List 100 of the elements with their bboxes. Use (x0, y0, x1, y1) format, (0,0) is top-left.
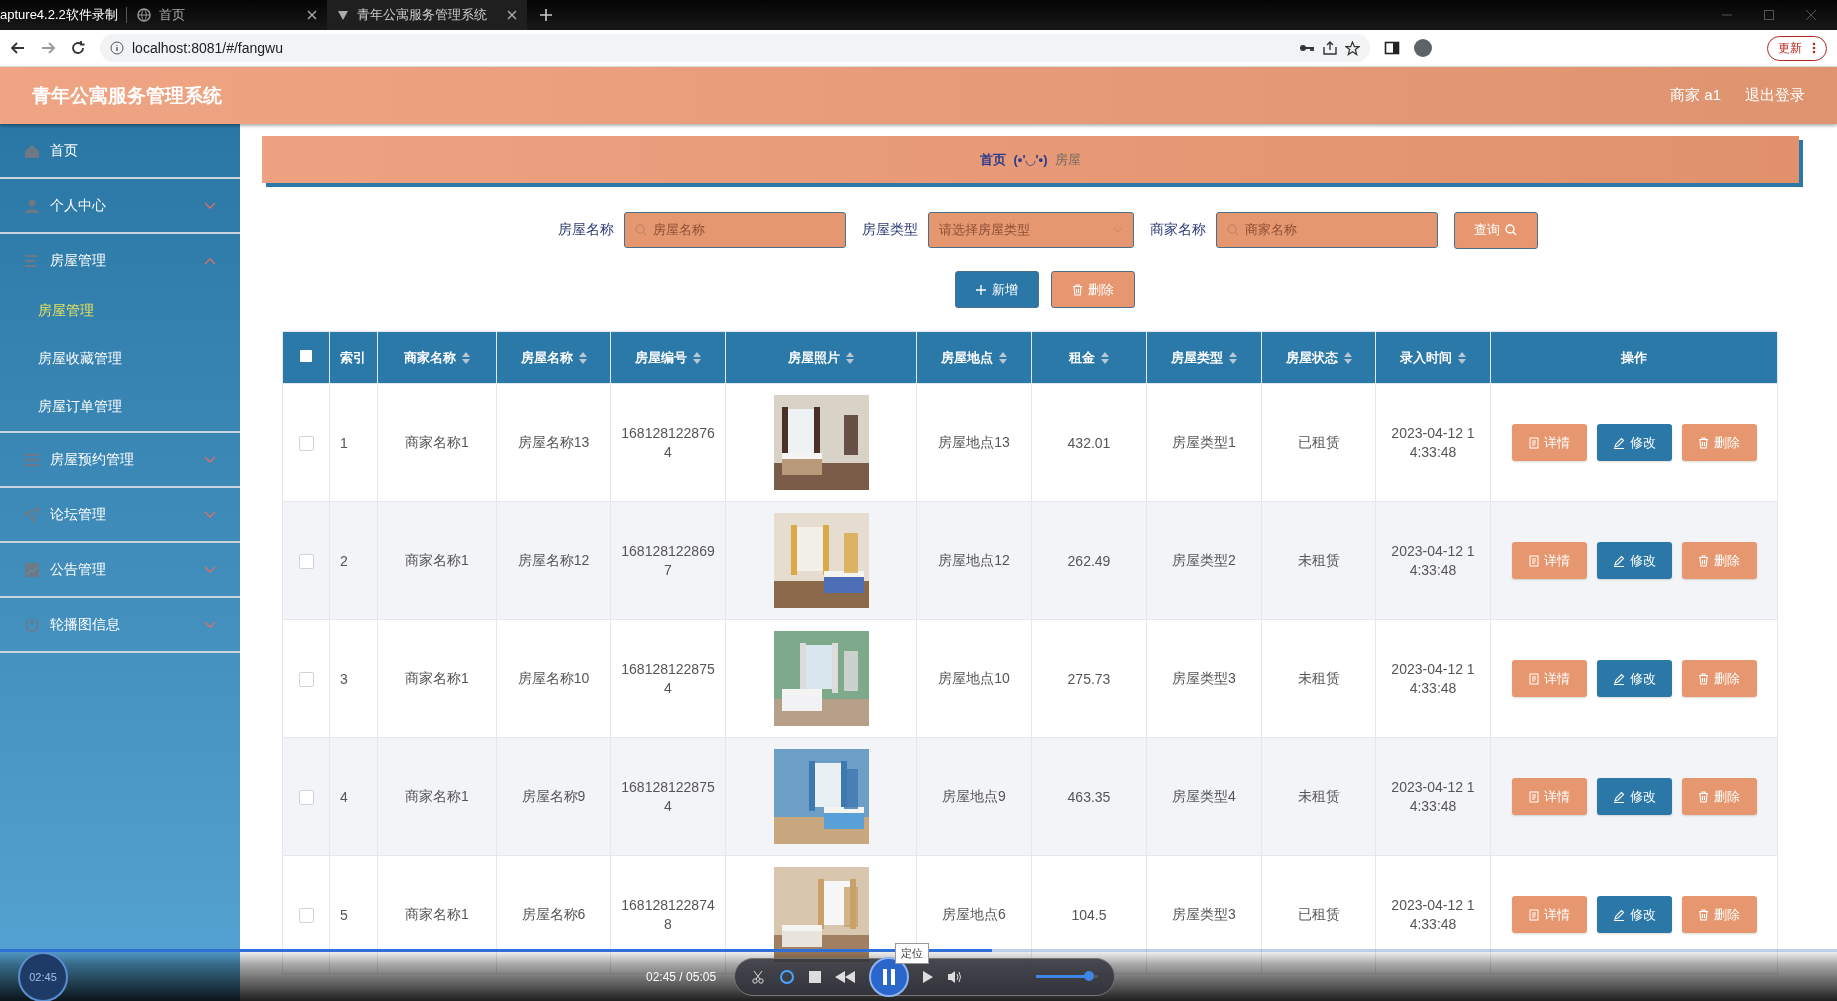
delete-button[interactable]: 删除 (1681, 542, 1757, 579)
table-cell: 262.49 (1067, 552, 1111, 569)
column-header[interactable]: 房屋名称 (520, 348, 573, 367)
table-cell-text: 1681281228748 (620, 895, 716, 934)
column-header[interactable]: 房屋类型 (1171, 348, 1223, 367)
query-button[interactable]: 查询 (1453, 211, 1538, 249)
breadcrumb-text: 房屋 (1055, 150, 1082, 169)
table-cell: 房屋地点13 (938, 433, 1010, 450)
edit-button[interactable]: 修改 (1596, 778, 1672, 815)
column-header[interactable]: 租金 (1069, 348, 1095, 367)
column-header[interactable]: 房屋状态 (1285, 348, 1338, 367)
browser-tab[interactable]: 首页 (126, 0, 327, 30)
delete-button[interactable]: 删除 (1681, 778, 1757, 815)
column-header[interactable]: 商家名称 (404, 348, 456, 367)
table-cell: 商家名称1 (405, 905, 469, 922)
table-cell: 2 (340, 552, 348, 569)
select-field[interactable]: 请选择房屋类型 (927, 212, 1134, 248)
table-cell: 未租赁 (1297, 669, 1340, 686)
table-cell: 商家名称1 (405, 787, 469, 804)
table-cell: 未租赁 (1297, 787, 1340, 804)
table-cell: 4 (340, 788, 348, 805)
table-cell: 商家名称1 (405, 551, 469, 568)
table-cell: 432.01 (1067, 434, 1111, 451)
user-name: 商家 a1 (1670, 86, 1721, 105)
browser-tab[interactable]: 青年公寓服务管理系统 (326, 0, 527, 30)
breadcrumb-text: (•'◡'•) (1013, 152, 1048, 167)
menu-item[interactable]: 房屋管理 (0, 234, 240, 287)
field-label: 房屋名称 (557, 221, 614, 239)
edit-button[interactable]: 修改 (1596, 424, 1672, 461)
table-cell: 房屋名称13 (517, 433, 590, 450)
menu-item[interactable]: 个人中心 (0, 179, 240, 232)
tooltip: 定位 (895, 942, 929, 964)
delete-button[interactable]: 删除 (1681, 424, 1757, 461)
table-cell: 房屋名称10 (517, 669, 590, 686)
table-cell: 1 (340, 434, 348, 451)
table-cell: 房屋名称12 (517, 551, 590, 568)
table-cell: 2023-04-12 14:33:48 (1390, 423, 1476, 462)
column-header: 操作 (1621, 348, 1647, 367)
delete-button[interactable]: 删除 (1050, 271, 1135, 308)
menu-item[interactable]: 公告管理 (0, 543, 240, 596)
logout-link[interactable]: 退出登录 (1745, 86, 1805, 105)
table-cell: 房屋地点6 (942, 905, 1006, 922)
submenu-item[interactable]: 房屋收藏管理 (0, 335, 240, 383)
table-cell: 房屋类型4 (1172, 787, 1236, 804)
table-cell: 5 (340, 906, 348, 923)
menu-item[interactable]: 论坛管理 (0, 488, 240, 541)
column-header[interactable]: 房屋编号 (635, 348, 687, 367)
table-cell-text: 1681281228764 (620, 423, 716, 462)
menu-item[interactable]: 轮播图信息 (0, 598, 240, 651)
column-header[interactable]: 房屋照片 (788, 348, 840, 367)
app-title: 青年公寓服务管理系统 (32, 83, 222, 108)
details-button[interactable]: 详情 (1511, 896, 1587, 933)
table-cell: 房屋名称6 (521, 905, 586, 922)
search-field[interactable]: 商家名称 (1215, 212, 1438, 248)
details-button[interactable]: 详情 (1511, 778, 1587, 815)
time-text: 02:45 / 05:05 (646, 969, 718, 984)
table-cell: 3 (340, 670, 348, 687)
table-cell: 房屋类型2 (1172, 551, 1236, 568)
details-button[interactable]: 详情 (1511, 424, 1587, 461)
details-button[interactable]: 详情 (1511, 660, 1587, 697)
delete-button[interactable]: 删除 (1681, 660, 1757, 697)
column-header[interactable]: 房屋地点 (941, 348, 993, 367)
table-cell: 房屋名称9 (521, 787, 586, 804)
add-button[interactable]: 新增 (954, 271, 1039, 308)
submenu-item[interactable]: 房屋管理 (0, 287, 240, 335)
edit-button[interactable]: 修改 (1596, 896, 1672, 933)
table-cell: 2023-04-12 14:33:48 (1390, 895, 1476, 934)
table-cell: 已租赁 (1297, 433, 1340, 450)
table-cell: 房屋类型3 (1172, 669, 1236, 686)
window-title: apture4.2.2软件录制 (0, 6, 119, 24)
menu-item[interactable]: 房屋预约管理 (0, 433, 240, 486)
table-cell: 房屋地点9 (942, 787, 1006, 804)
breadcrumb-link[interactable]: 首页 (979, 150, 1006, 169)
edit-button[interactable]: 修改 (1596, 660, 1672, 697)
table-cell: 463.35 (1067, 788, 1111, 805)
table-cell: 275.73 (1067, 670, 1111, 687)
table-cell: 房屋类型3 (1172, 905, 1236, 922)
table-cell: 房屋地点10 (938, 669, 1010, 686)
table-cell: 商家名称1 (405, 433, 469, 450)
table-cell: 已租赁 (1297, 905, 1340, 922)
table-cell: 房屋类型1 (1172, 433, 1236, 450)
field-label: 商家名称 (1149, 221, 1206, 239)
table-cell: 商家名称1 (405, 669, 469, 686)
address-field[interactable]: localhost:8081/#/fangwu (100, 34, 1370, 62)
search-field[interactable]: 房屋名称 (623, 212, 846, 248)
submenu-item[interactable]: 房屋订单管理 (0, 383, 240, 431)
table-cell-text: 1681281228697 (620, 541, 716, 580)
update-button[interactable]: 更新 (1767, 35, 1827, 61)
delete-button[interactable]: 删除 (1681, 896, 1757, 933)
column-header[interactable]: 录入时间 (1400, 348, 1452, 367)
table-cell-text: 1681281228754 (620, 659, 716, 698)
edit-button[interactable]: 修改 (1596, 542, 1672, 579)
table-cell-text: 1681281228754 (620, 777, 716, 816)
details-button[interactable]: 详情 (1511, 542, 1587, 579)
table-cell: 房屋地点12 (938, 551, 1010, 568)
table-cell: 未租赁 (1297, 551, 1340, 568)
table-cell: 2023-04-12 14:33:48 (1390, 659, 1476, 698)
table-cell: 104.5 (1071, 906, 1107, 923)
menu-item[interactable]: 首页 (0, 124, 240, 177)
column-header: 索引 (340, 348, 366, 367)
